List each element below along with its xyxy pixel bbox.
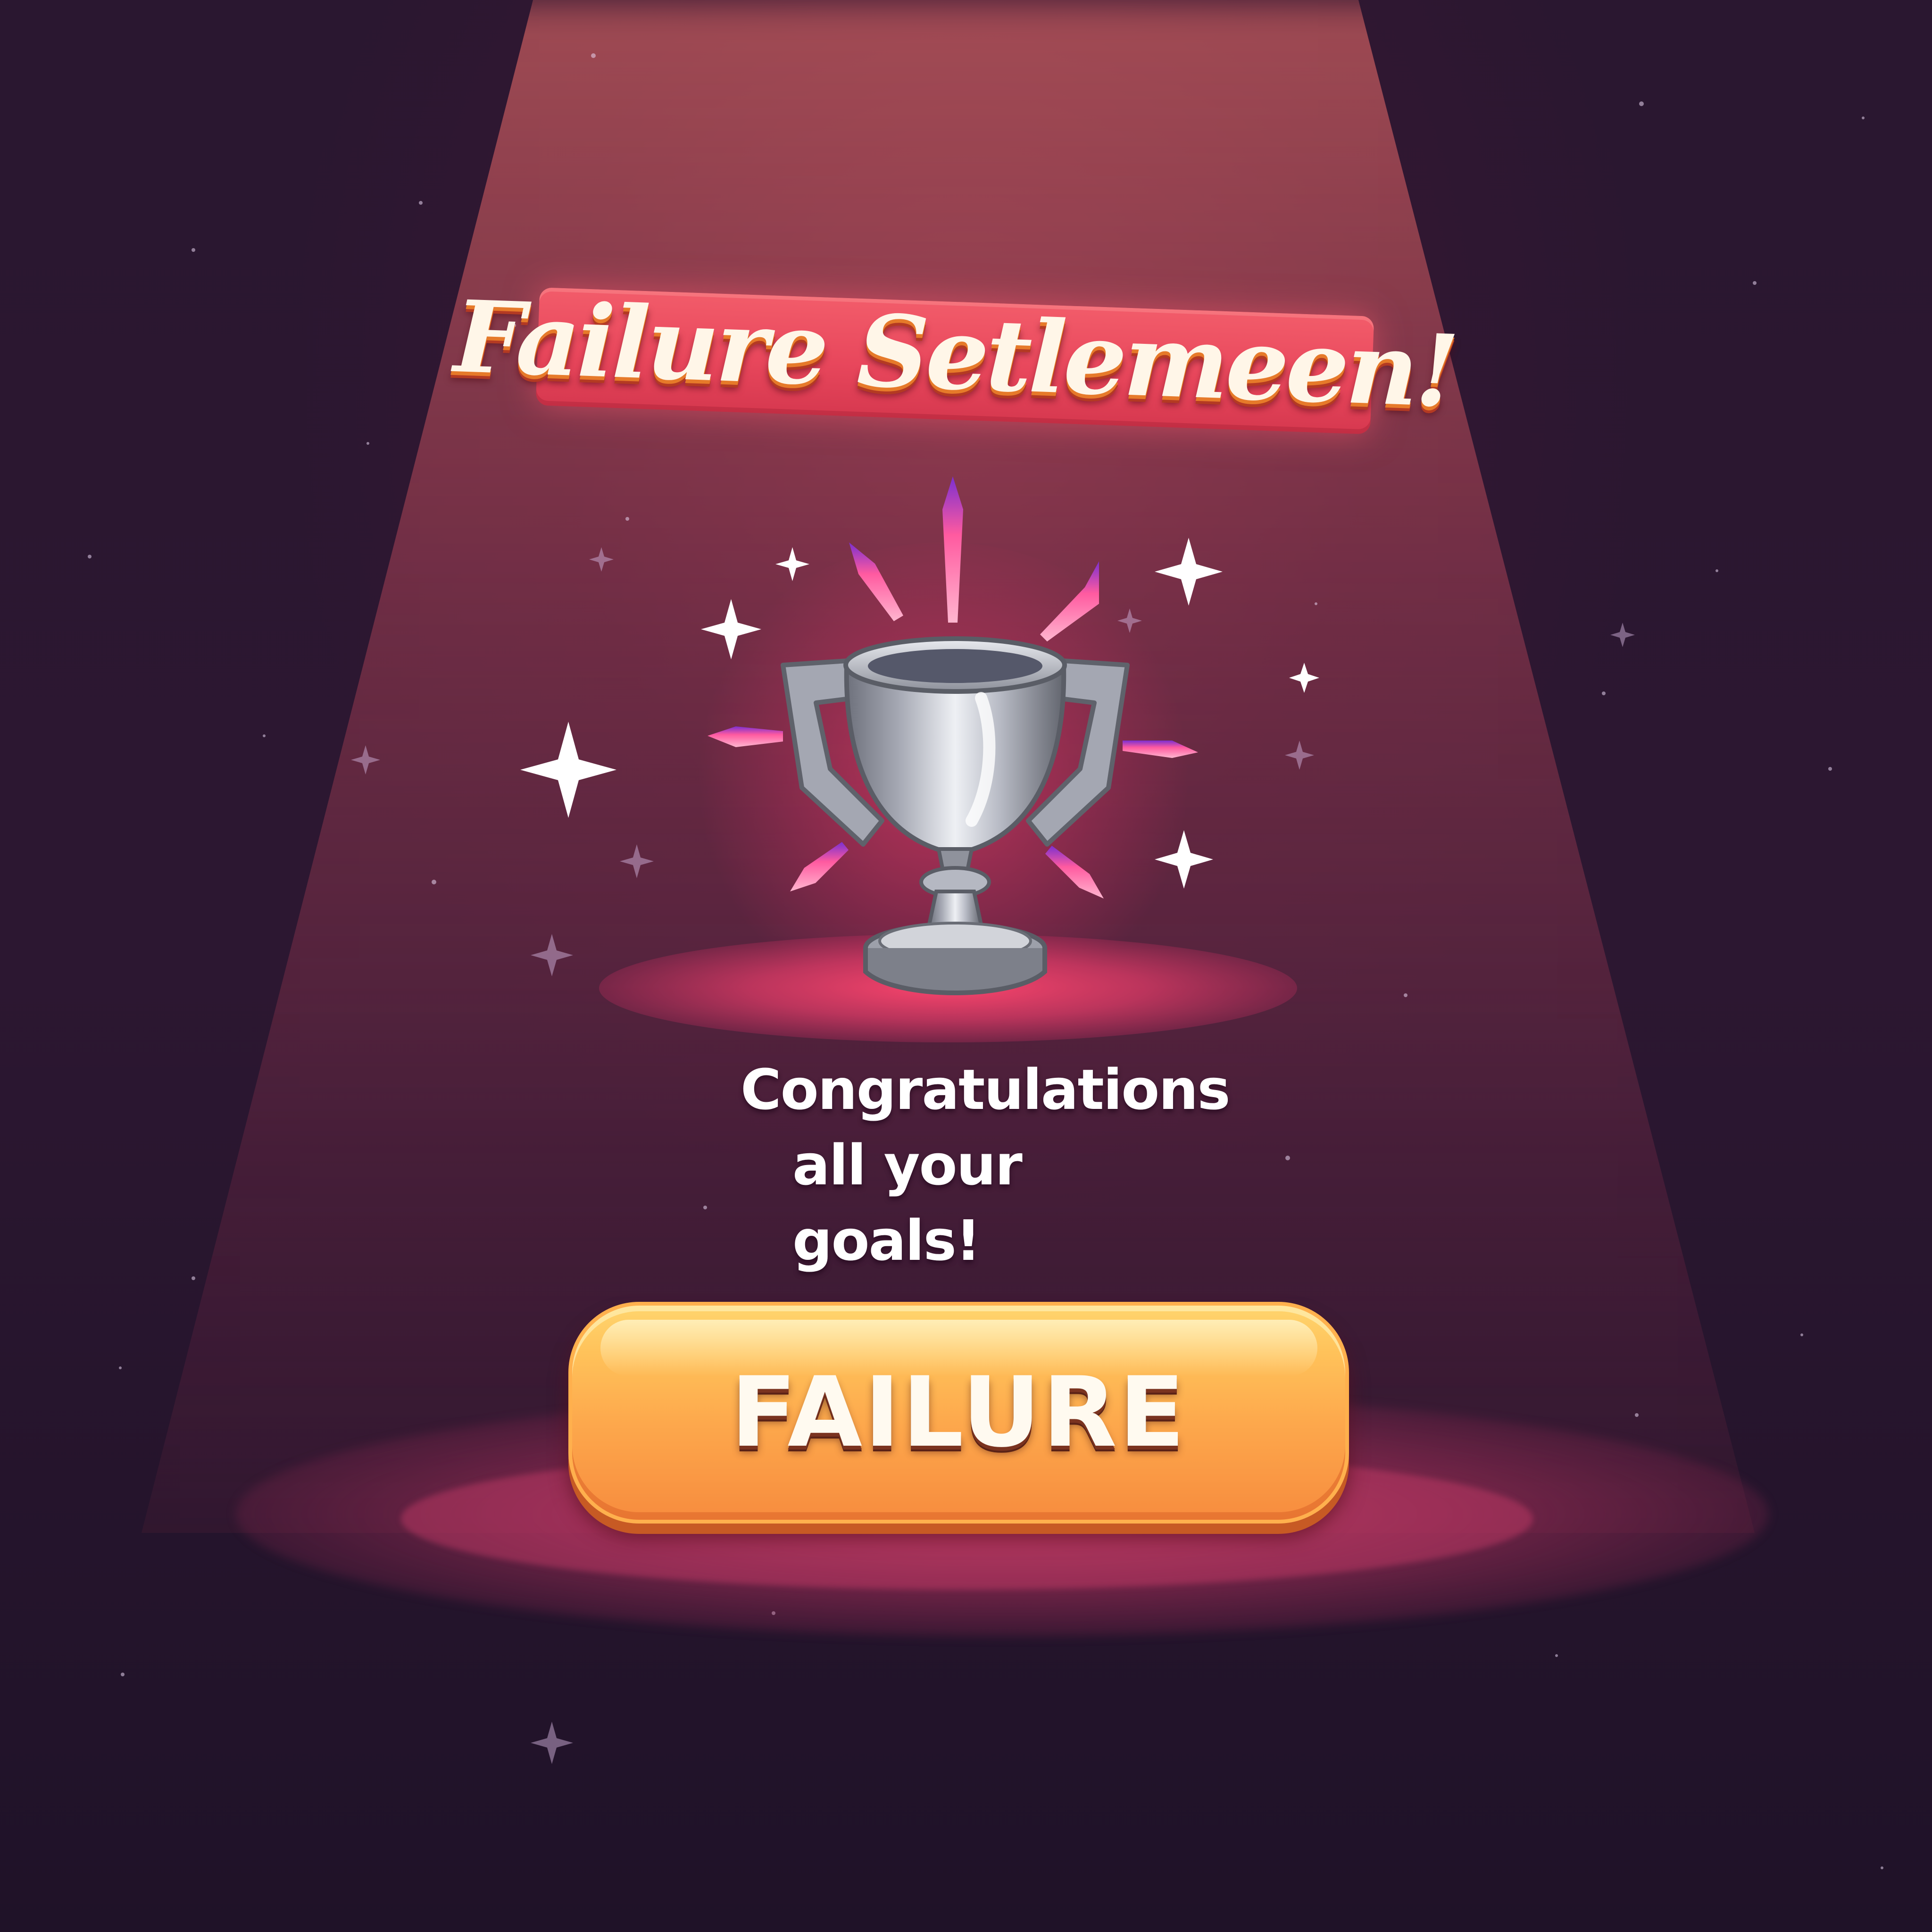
failure-button-label: FAILURE	[730, 1357, 1187, 1469]
result-screen: Failure Setlemeen! Congratulations all y…	[0, 0, 1932, 1932]
silver-trophy-icon	[520, 476, 1319, 995]
trophy-base	[863, 847, 1047, 995]
failure-button[interactable]: FAILURE	[568, 1302, 1349, 1524]
message-line-2: all your goals!	[792, 1133, 1023, 1273]
message-line-1: Congratulations	[741, 1057, 1231, 1122]
result-message: Congratulations all your goals!	[684, 1052, 1231, 1278]
